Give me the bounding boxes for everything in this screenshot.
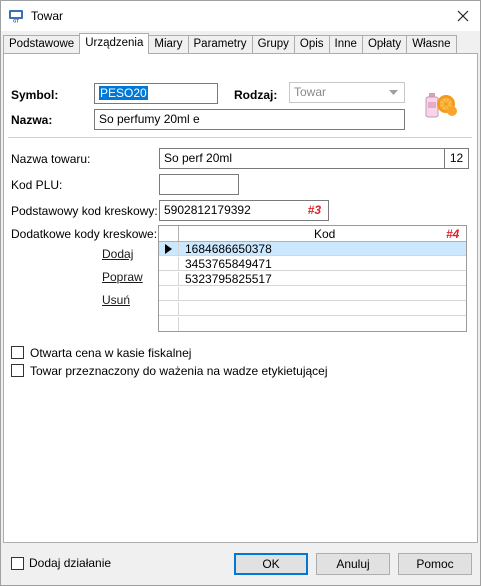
- window-title: Towar: [31, 9, 64, 23]
- barcode-cell: 5323795825517: [185, 272, 272, 286]
- dodatkowe-label: Dodatkowe kody kreskowe:: [11, 227, 158, 241]
- tab-podstawowe[interactable]: Podstawowe: [3, 35, 81, 54]
- row-indicator: [159, 242, 179, 256]
- delete-barcode-link[interactable]: Usuń: [102, 293, 130, 307]
- row-indicator: [159, 272, 179, 286]
- table-row[interactable]: 5323795825517: [159, 272, 466, 286]
- row-indicator: [159, 302, 179, 316]
- rodzaj-value: Towar: [294, 85, 327, 99]
- title-bar: GT Towar: [1, 1, 480, 31]
- tab-oplaty[interactable]: Opłaty: [361, 35, 408, 54]
- grid-header: Kod #4: [159, 226, 466, 242]
- barcode-cell: 1684686650378: [185, 242, 272, 256]
- tab-urzadzenia[interactable]: Urządzenia: [79, 33, 150, 54]
- chevron-down-icon: [389, 90, 398, 95]
- weighing-checkbox[interactable]: [11, 364, 24, 377]
- svg-text:GT: GT: [13, 19, 19, 24]
- add-action-checkbox[interactable]: [11, 557, 24, 570]
- marker-3: #3: [307, 203, 321, 217]
- nazwa-label: Nazwa:: [11, 113, 53, 127]
- tab-parametry[interactable]: Parametry: [187, 35, 253, 54]
- tab-miary[interactable]: Miary: [148, 35, 189, 54]
- table-row[interactable]: 3453765849471: [159, 257, 466, 271]
- open-price-label: Otwarta cena w kasie fiskalnej: [30, 346, 192, 360]
- tab-opis[interactable]: Opis: [293, 35, 330, 54]
- barcode-grid[interactable]: Kod #4 1684686650378 3453765849471 53237…: [158, 225, 467, 332]
- tab-strip: Podstawowe Urządzenia Miary Parametry Gr…: [3, 33, 457, 54]
- nazwa-towaru-field[interactable]: So perf 20ml: [159, 148, 445, 169]
- app-icon: GT: [9, 10, 23, 24]
- tab-grupy[interactable]: Grupy: [251, 35, 295, 54]
- perfume-orange-icon: [425, 93, 457, 118]
- header-separator: [8, 137, 472, 138]
- grid-column-kod[interactable]: Kod: [314, 227, 335, 241]
- add-barcode-link[interactable]: Dodaj: [102, 247, 133, 261]
- nazwa-field[interactable]: So perfumy 20ml e: [94, 109, 405, 130]
- empty-row[interactable]: [159, 302, 466, 316]
- barcode-cell: 3453765849471: [185, 257, 272, 271]
- weighing-label: Towar przeznaczony do ważenia na wadze e…: [30, 364, 328, 378]
- tab-wlasne[interactable]: Własne: [406, 35, 457, 54]
- marker-4: #4: [446, 227, 460, 241]
- empty-row[interactable]: [159, 317, 466, 331]
- tab-inne[interactable]: Inne: [328, 35, 363, 54]
- row-indicator: [159, 257, 179, 271]
- char-count-value: 12: [449, 151, 464, 165]
- grid-header-indicator: [159, 226, 179, 241]
- row-pointer-icon: [165, 244, 172, 254]
- rodzaj-select[interactable]: Towar: [289, 82, 405, 103]
- nazwa-value: So perfumy 20ml e: [99, 112, 200, 126]
- ok-button[interactable]: OK: [234, 553, 308, 575]
- podstawowy-label: Podstawowy kod kreskowy:: [11, 204, 158, 218]
- row-indicator: [159, 317, 179, 331]
- kod-plu-field[interactable]: [159, 174, 239, 195]
- add-action-label: Dodaj działanie: [29, 556, 112, 570]
- close-button[interactable]: [446, 1, 480, 31]
- rodzaj-label: Rodzaj:: [234, 88, 278, 102]
- edit-barcode-link[interactable]: Popraw: [102, 270, 143, 284]
- symbol-field[interactable]: PESO20: [94, 83, 218, 104]
- close-icon: [457, 10, 469, 22]
- table-row[interactable]: 1684686650378: [159, 242, 466, 256]
- cancel-button[interactable]: Anuluj: [316, 553, 390, 575]
- help-button[interactable]: Pomoc: [398, 553, 472, 575]
- open-price-checkbox[interactable]: [11, 346, 24, 359]
- product-dialog: GT Towar Podstawowe Urządzenia Miary Par…: [0, 0, 481, 586]
- row-indicator: [159, 287, 179, 301]
- nazwa-towaru-value: So perf 20ml: [164, 151, 233, 165]
- product-image: [417, 80, 463, 126]
- symbol-label: Symbol:: [11, 88, 59, 102]
- kod-plu-label: Kod PLU:: [11, 178, 63, 192]
- symbol-value: PESO20: [99, 86, 148, 100]
- empty-row[interactable]: [159, 287, 466, 301]
- podstawowy-kod-field[interactable]: 5902812179392 #3: [159, 200, 329, 221]
- podstawowy-kod-value: 5902812179392: [164, 203, 251, 217]
- char-counter: 12: [444, 148, 469, 169]
- nazwa-towaru-label: Nazwa towaru:: [11, 152, 91, 166]
